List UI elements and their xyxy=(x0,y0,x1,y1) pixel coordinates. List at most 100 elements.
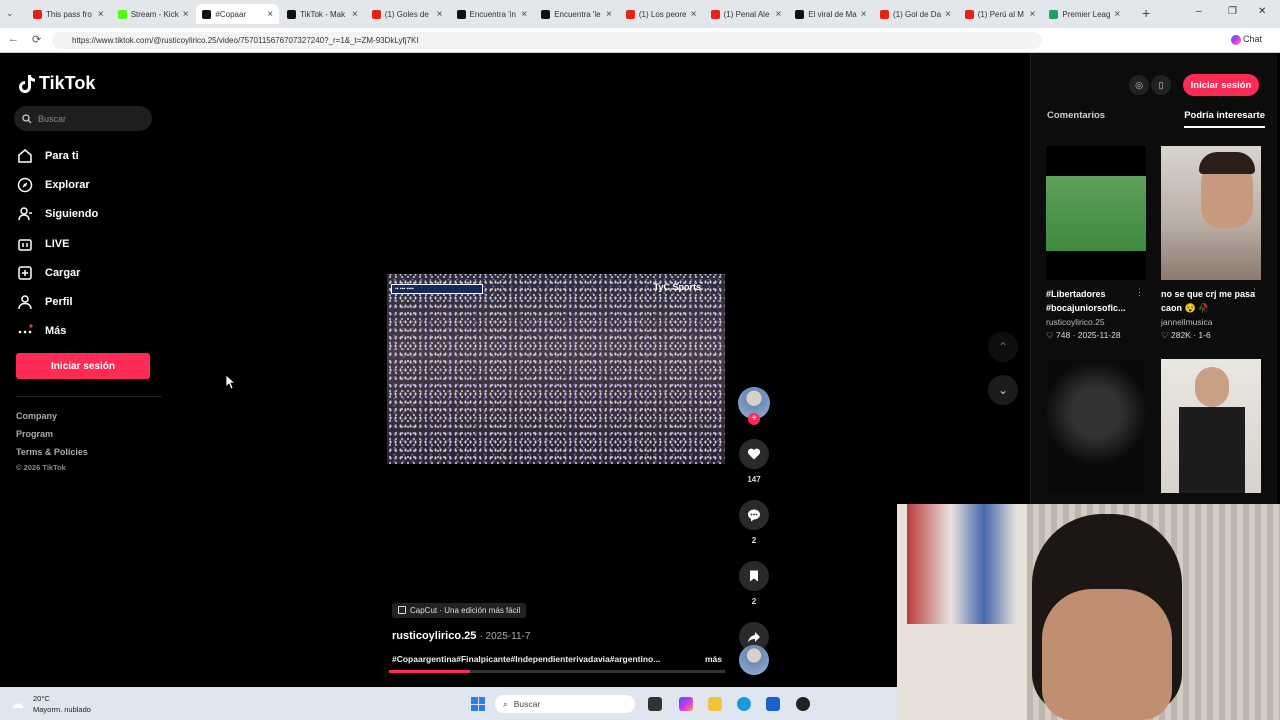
browser-tab[interactable]: Premier Leag × xyxy=(1043,4,1126,24)
reload-icon[interactable]: ⟳ xyxy=(32,33,41,46)
file-explorer-icon[interactable] xyxy=(708,697,722,711)
browser-tab[interactable]: Encuentra 'in × xyxy=(451,4,534,24)
browser-tab[interactable]: #Copaar × xyxy=(196,4,280,24)
tab-podria-interesarte[interactable]: Podría interesarte xyxy=(1184,110,1265,128)
video-progress-bar[interactable] xyxy=(389,670,725,673)
tab-favicon-icon xyxy=(795,9,805,19)
windows-start-icon[interactable] xyxy=(471,697,485,711)
caption-hashtags[interactable]: #Copaargentina#Finalpicante#Independient… xyxy=(392,654,660,664)
tab-close-icon[interactable]: × xyxy=(775,9,781,20)
comment-icon xyxy=(748,509,760,522)
card-more-icon[interactable]: ⋮ xyxy=(1135,287,1144,298)
taskbar-search[interactable]: ⌕ Buscar xyxy=(495,695,635,713)
browser-tab[interactable]: El viral de Ma × xyxy=(789,4,872,24)
tab-favicon-icon xyxy=(287,9,297,19)
coin-icon[interactable]: ◎ xyxy=(1129,75,1149,95)
close-window-icon[interactable]: ✕ xyxy=(1258,6,1266,17)
tab-close-icon[interactable]: × xyxy=(1114,9,1120,20)
nav-cargar[interactable]: Cargar xyxy=(17,258,98,287)
header-login-button[interactable]: Iniciar sesión xyxy=(1183,74,1259,96)
nav-perfil[interactable]: Perfil xyxy=(17,287,98,316)
tab-favicon-icon xyxy=(117,9,127,19)
footer-links: Company Program Terms & Policies © 2026 … xyxy=(16,407,88,475)
video-author-line: rusticoylirico.25 · 2025-11-7 xyxy=(392,630,531,642)
link-company[interactable]: Company xyxy=(16,407,88,425)
card-stats: 748 · 2025-11-28 xyxy=(1056,330,1121,340)
tab-label: #Copaar xyxy=(215,9,247,19)
card-more-icon[interactable]: ⋮ xyxy=(1250,287,1259,298)
next-video-button[interactable]: ⌄ xyxy=(988,375,1018,405)
nav-mas[interactable]: Más xyxy=(17,317,98,346)
edge-icon[interactable] xyxy=(737,697,751,711)
minimize-icon[interactable]: – xyxy=(1196,6,1202,17)
copilot-chat-button[interactable]: Chat xyxy=(1243,34,1262,44)
tab-close-icon[interactable]: × xyxy=(521,9,527,20)
browser-tab[interactable]: Stream - Kick × xyxy=(112,4,195,24)
video-author[interactable]: rusticoylirico.25 xyxy=(392,630,476,642)
weather-widget[interactable]: 20°C Mayorm. nublado xyxy=(33,693,91,715)
suggested-video-card[interactable] xyxy=(1161,359,1261,493)
like-button[interactable] xyxy=(739,439,769,469)
suggested-video-card[interactable]: #Libertadores #bocajuniorsofic... rustic… xyxy=(1046,146,1146,341)
nav-para-ti[interactable]: Para ti xyxy=(17,141,98,170)
url-field[interactable]: https://www.tiktok.com/@rusticoylirico.2… xyxy=(52,32,1042,49)
store-icon[interactable] xyxy=(766,697,780,711)
tab-close-icon[interactable]: × xyxy=(98,9,104,20)
link-program[interactable]: Program xyxy=(16,425,88,443)
sidebar-divider xyxy=(16,396,162,397)
browser-tab[interactable]: Encuentra 'le × xyxy=(535,4,618,24)
nav-siguiendo[interactable]: Siguiendo xyxy=(17,200,98,229)
sidebar-login-button[interactable]: Iniciar sesión xyxy=(16,353,150,379)
copilot-app-icon[interactable] xyxy=(679,697,693,711)
tab-close-icon[interactable]: × xyxy=(1030,9,1036,20)
browser-tab[interactable]: (1) Perú al M × xyxy=(959,4,1042,24)
music-avatar[interactable] xyxy=(739,645,769,675)
recording-app-icon[interactable] xyxy=(796,697,810,711)
tab-favicon-icon xyxy=(371,9,381,19)
phone-icon[interactable]: ▯ xyxy=(1151,75,1171,95)
capcut-badge[interactable]: CapCut · Una edición más fácil xyxy=(392,602,527,618)
back-icon[interactable]: ← xyxy=(8,33,19,45)
caption-more-link[interactable]: más xyxy=(705,654,722,664)
suggested-video-card[interactable] xyxy=(1046,359,1146,493)
tab-close-icon[interactable]: × xyxy=(861,9,867,20)
tab-comentarios[interactable]: Comentarios xyxy=(1047,110,1105,128)
follow-plus-icon[interactable]: + xyxy=(748,413,760,425)
nav-label: Más xyxy=(45,325,67,338)
tab-close-icon[interactable]: × xyxy=(691,9,697,20)
browser-tab[interactable]: This pass fro × xyxy=(27,4,110,24)
link-terms[interactable]: Terms & Policies xyxy=(16,443,88,461)
tab-label: Encuentra 'in xyxy=(469,9,516,19)
tiktok-logo[interactable]: TikTok xyxy=(19,73,95,94)
tab-favicon-icon xyxy=(625,9,635,19)
task-view-icon[interactable] xyxy=(648,697,662,711)
comment-button[interactable] xyxy=(739,500,769,530)
browser-tab[interactable]: (1) Gol de Da × xyxy=(874,4,957,24)
video-player[interactable]: ▪▪ ▪▪▪ ▪▪▪▪ TyC Sports xyxy=(387,274,725,464)
suggested-video-card[interactable]: no se que crj me pasa caon 😵 🥀 jannellmu… xyxy=(1161,146,1261,341)
save-button[interactable] xyxy=(739,561,769,591)
tab-label: (1) Goles de xyxy=(384,9,429,19)
nav-label: Cargar xyxy=(45,266,81,279)
search-input[interactable]: Buscar xyxy=(14,106,152,131)
nav-explorar[interactable]: Explorar xyxy=(17,170,98,199)
caption-row: #Copaargentina#Finalpicante#Independient… xyxy=(392,654,722,664)
browser-tab[interactable]: (1) Penal Ale × xyxy=(705,4,788,24)
sidebar-nav: Para ti Explorar Siguiendo LIVE Cargar P… xyxy=(17,141,98,346)
tab-close-icon[interactable]: × xyxy=(437,9,443,20)
tab-close-icon[interactable]: × xyxy=(606,9,612,20)
new-tab-icon[interactable]: + xyxy=(1142,5,1150,21)
browser-tab[interactable]: (1) Goles de × xyxy=(366,4,449,24)
card-title: no se que crj me pasa caon 😵 🥀 xyxy=(1161,289,1256,313)
tab-list-icon[interactable]: ⌄ xyxy=(6,8,14,19)
nav-live[interactable]: LIVE xyxy=(17,229,98,258)
maximize-icon[interactable]: ❐ xyxy=(1228,6,1237,17)
tab-close-icon[interactable]: × xyxy=(267,9,273,20)
prev-video-button[interactable]: ⌃ xyxy=(988,332,1018,362)
tab-close-icon[interactable]: × xyxy=(352,9,358,20)
comment-count: 2 xyxy=(751,536,757,545)
tab-close-icon[interactable]: × xyxy=(183,9,189,20)
browser-tab[interactable]: TikTok - Mak × xyxy=(281,4,364,24)
browser-tab[interactable]: (1) Los peore × xyxy=(620,4,703,24)
tab-close-icon[interactable]: × xyxy=(945,9,951,20)
